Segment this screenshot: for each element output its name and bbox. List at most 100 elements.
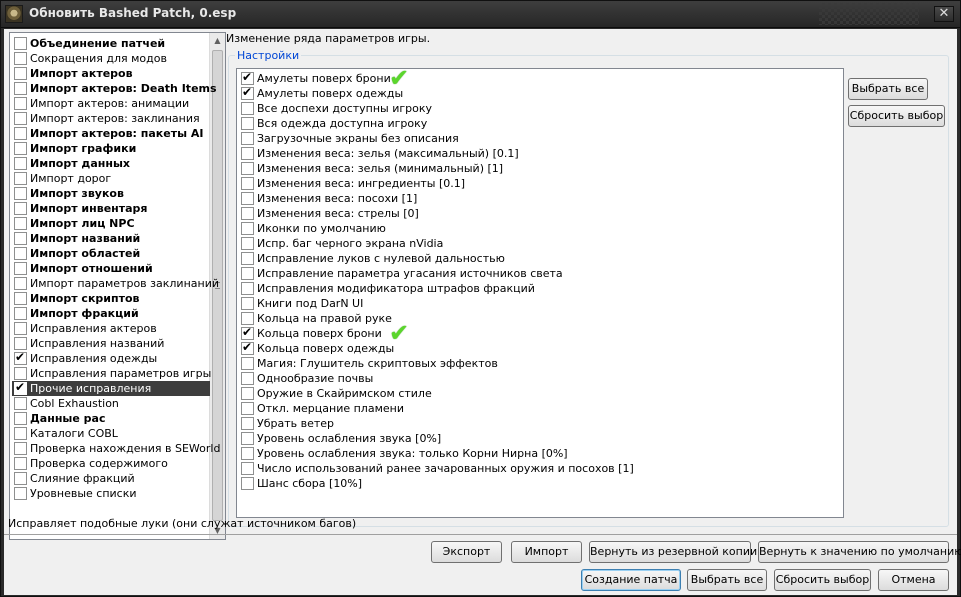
setting-checkbox[interactable] — [241, 340, 254, 355]
setting-option[interactable]: Изменения веса: ингредиенты [0.1] — [239, 176, 829, 191]
setting-checkbox[interactable] — [241, 237, 254, 250]
setting-checkbox[interactable] — [241, 132, 254, 145]
settings-options-list[interactable]: Амулеты поверх брони✔Амулеты поверх одеж… — [236, 68, 844, 518]
setting-checkbox[interactable] — [241, 147, 254, 160]
setting-option[interactable]: Кольца поверх брони — [239, 325, 829, 341]
setting-checkbox[interactable] — [241, 177, 254, 190]
patcher-item[interactable]: Импорт областей — [12, 246, 210, 261]
import-button[interactable]: Импорт — [511, 541, 582, 563]
setting-option[interactable]: Вся одежда доступна игроку — [239, 116, 829, 131]
patcher-item[interactable]: Импорт актеров: Death Items — [12, 81, 217, 96]
patcher-item[interactable]: Данные рас — [12, 411, 210, 426]
patcher-item[interactable]: Проверка нахождения в SEWorld — [12, 441, 220, 456]
export-button[interactable]: Экспорт — [431, 541, 502, 563]
patcher-item[interactable]: Исправления параметров игры — [12, 366, 211, 381]
setting-option[interactable]: Кольца на правой руке — [239, 311, 829, 326]
setting-option[interactable]: Исправление луков с нулевой дальностью — [239, 251, 829, 266]
setting-checkbox[interactable] — [241, 417, 254, 430]
setting-option[interactable]: Исправления модификатора штрафов фракций — [239, 281, 829, 296]
setting-option[interactable]: Магия: Глушитель скриптовых эффектов — [239, 356, 829, 371]
patcher-checkbox[interactable] — [14, 427, 27, 440]
setting-checkbox[interactable] — [241, 267, 254, 280]
patcher-checkbox[interactable] — [14, 157, 27, 170]
patcher-item[interactable]: Cobl Exhaustion — [12, 396, 210, 411]
patcher-item[interactable]: Прочие исправления — [12, 380, 210, 396]
restore-default-button[interactable]: Вернуть к значению по умолчанию — [758, 541, 961, 563]
setting-checkbox[interactable] — [241, 207, 254, 220]
patcher-item[interactable]: Импорт скриптов — [12, 291, 210, 306]
setting-option[interactable]: Все доспехи доступны игроку — [239, 101, 829, 116]
patcher-checkbox[interactable] — [14, 442, 27, 455]
patcher-checkbox[interactable] — [14, 262, 27, 275]
setting-option[interactable]: Однообразие почвы — [239, 371, 829, 386]
patcher-checkbox[interactable] — [14, 217, 27, 230]
setting-option[interactable]: Изменения веса: зелья (минимальный) [1] — [239, 161, 829, 176]
setting-checkbox[interactable] — [241, 162, 254, 175]
patcher-checkbox[interactable] — [14, 187, 27, 200]
patcher-checkbox[interactable] — [14, 397, 27, 410]
setting-option[interactable]: Испр. баг черного экрана nVidia — [239, 236, 829, 251]
patcher-item[interactable]: Импорт лиц NPC — [12, 216, 210, 231]
patcher-item[interactable]: Импорт инвентаря — [12, 201, 210, 216]
close-button[interactable]: ✕ — [934, 6, 954, 22]
patcher-checkbox[interactable] — [14, 172, 27, 185]
build-patch-button[interactable]: Создание патча — [581, 569, 681, 591]
patcher-item[interactable]: Импорт дорог — [12, 171, 210, 186]
patcher-checkbox[interactable] — [14, 367, 27, 380]
patcher-item[interactable]: Импорт звуков — [12, 186, 210, 201]
patcher-item[interactable]: Импорт актеров: пакеты AI — [12, 126, 210, 141]
select-all-button[interactable]: Выбрать все — [687, 569, 767, 591]
setting-checkbox[interactable] — [241, 357, 254, 370]
setting-option[interactable]: Иконки по умолчанию — [239, 221, 829, 236]
setting-option[interactable]: Шанс сбора [10%] — [239, 476, 829, 491]
patcher-checkbox[interactable] — [14, 472, 27, 485]
patcher-item[interactable]: Импорт данных — [12, 156, 210, 171]
patcher-checkbox[interactable] — [14, 457, 27, 470]
patcher-item[interactable]: Исправления одежды — [12, 350, 210, 366]
settings-deselect-button[interactable]: Сбросить выбор — [848, 105, 945, 127]
patcher-checkbox[interactable] — [14, 337, 27, 350]
setting-checkbox[interactable] — [241, 462, 254, 475]
patcher-item[interactable]: Каталоги COBL — [12, 426, 210, 441]
setting-option[interactable]: Оружие в Скайримском стиле — [239, 386, 829, 401]
setting-option[interactable]: Откл. мерцание пламени — [239, 401, 829, 416]
patcher-checkbox[interactable] — [14, 350, 27, 365]
patcher-list[interactable]: ▲ ▼ Объединение патчей Сокращения для мод… — [9, 32, 226, 540]
deselect-all-button[interactable]: Сбросить выбор — [774, 569, 871, 591]
setting-option[interactable]: Исправление параметра угасания источнико… — [239, 266, 829, 281]
patcher-checkbox[interactable] — [14, 380, 27, 395]
patcher-item[interactable]: Объединение патчей — [12, 36, 210, 51]
patcher-item[interactable]: Проверка содержимого — [12, 456, 210, 471]
title-bar[interactable]: Обновить Bashed Patch, 0.esp ✕ — [1, 1, 960, 28]
setting-option[interactable]: Кольца поверх одежды — [239, 340, 829, 356]
setting-option[interactable]: Число использований ранее зачарованных о… — [239, 461, 829, 476]
patcher-checkbox[interactable] — [14, 232, 27, 245]
setting-checkbox[interactable] — [241, 282, 254, 295]
setting-checkbox[interactable] — [241, 325, 254, 340]
patcher-checkbox[interactable] — [14, 292, 27, 305]
setting-checkbox[interactable] — [241, 70, 254, 85]
setting-option[interactable]: Амулеты поверх одежды — [239, 85, 829, 101]
patcher-item[interactable]: Исправления актеров — [12, 321, 210, 336]
settings-select-all-button[interactable]: Выбрать все — [848, 78, 928, 100]
setting-option[interactable]: Книги под DarN UI — [239, 296, 829, 311]
setting-checkbox[interactable] — [241, 477, 254, 490]
setting-checkbox[interactable] — [241, 387, 254, 400]
setting-checkbox[interactable] — [241, 117, 254, 130]
setting-option[interactable]: Амулеты поверх брони — [239, 70, 829, 86]
patcher-checkbox[interactable] — [14, 127, 27, 140]
patcher-item[interactable]: Импорт графики — [12, 141, 210, 156]
setting-option[interactable]: Уровень ослабления звука [0%] — [239, 431, 829, 446]
setting-checkbox[interactable] — [241, 372, 254, 385]
setting-checkbox[interactable] — [241, 85, 254, 100]
patcher-item[interactable]: Импорт фракций — [12, 306, 210, 321]
patcher-item[interactable]: Импорт актеров: заклинания — [12, 111, 210, 126]
setting-option[interactable]: Изменения веса: зелья (максимальный) [0.… — [239, 146, 829, 161]
setting-option[interactable]: Загрузочные экраны без описания — [239, 131, 829, 146]
patcher-checkbox[interactable] — [14, 37, 27, 50]
setting-checkbox[interactable] — [241, 447, 254, 460]
patcher-checkbox[interactable] — [14, 97, 27, 110]
patcher-item[interactable]: Уровневые списки — [12, 486, 210, 501]
restore-backup-button[interactable]: Вернуть из резервной копии — [589, 541, 757, 563]
scroll-up-arrow[interactable]: ▲ — [210, 33, 225, 49]
